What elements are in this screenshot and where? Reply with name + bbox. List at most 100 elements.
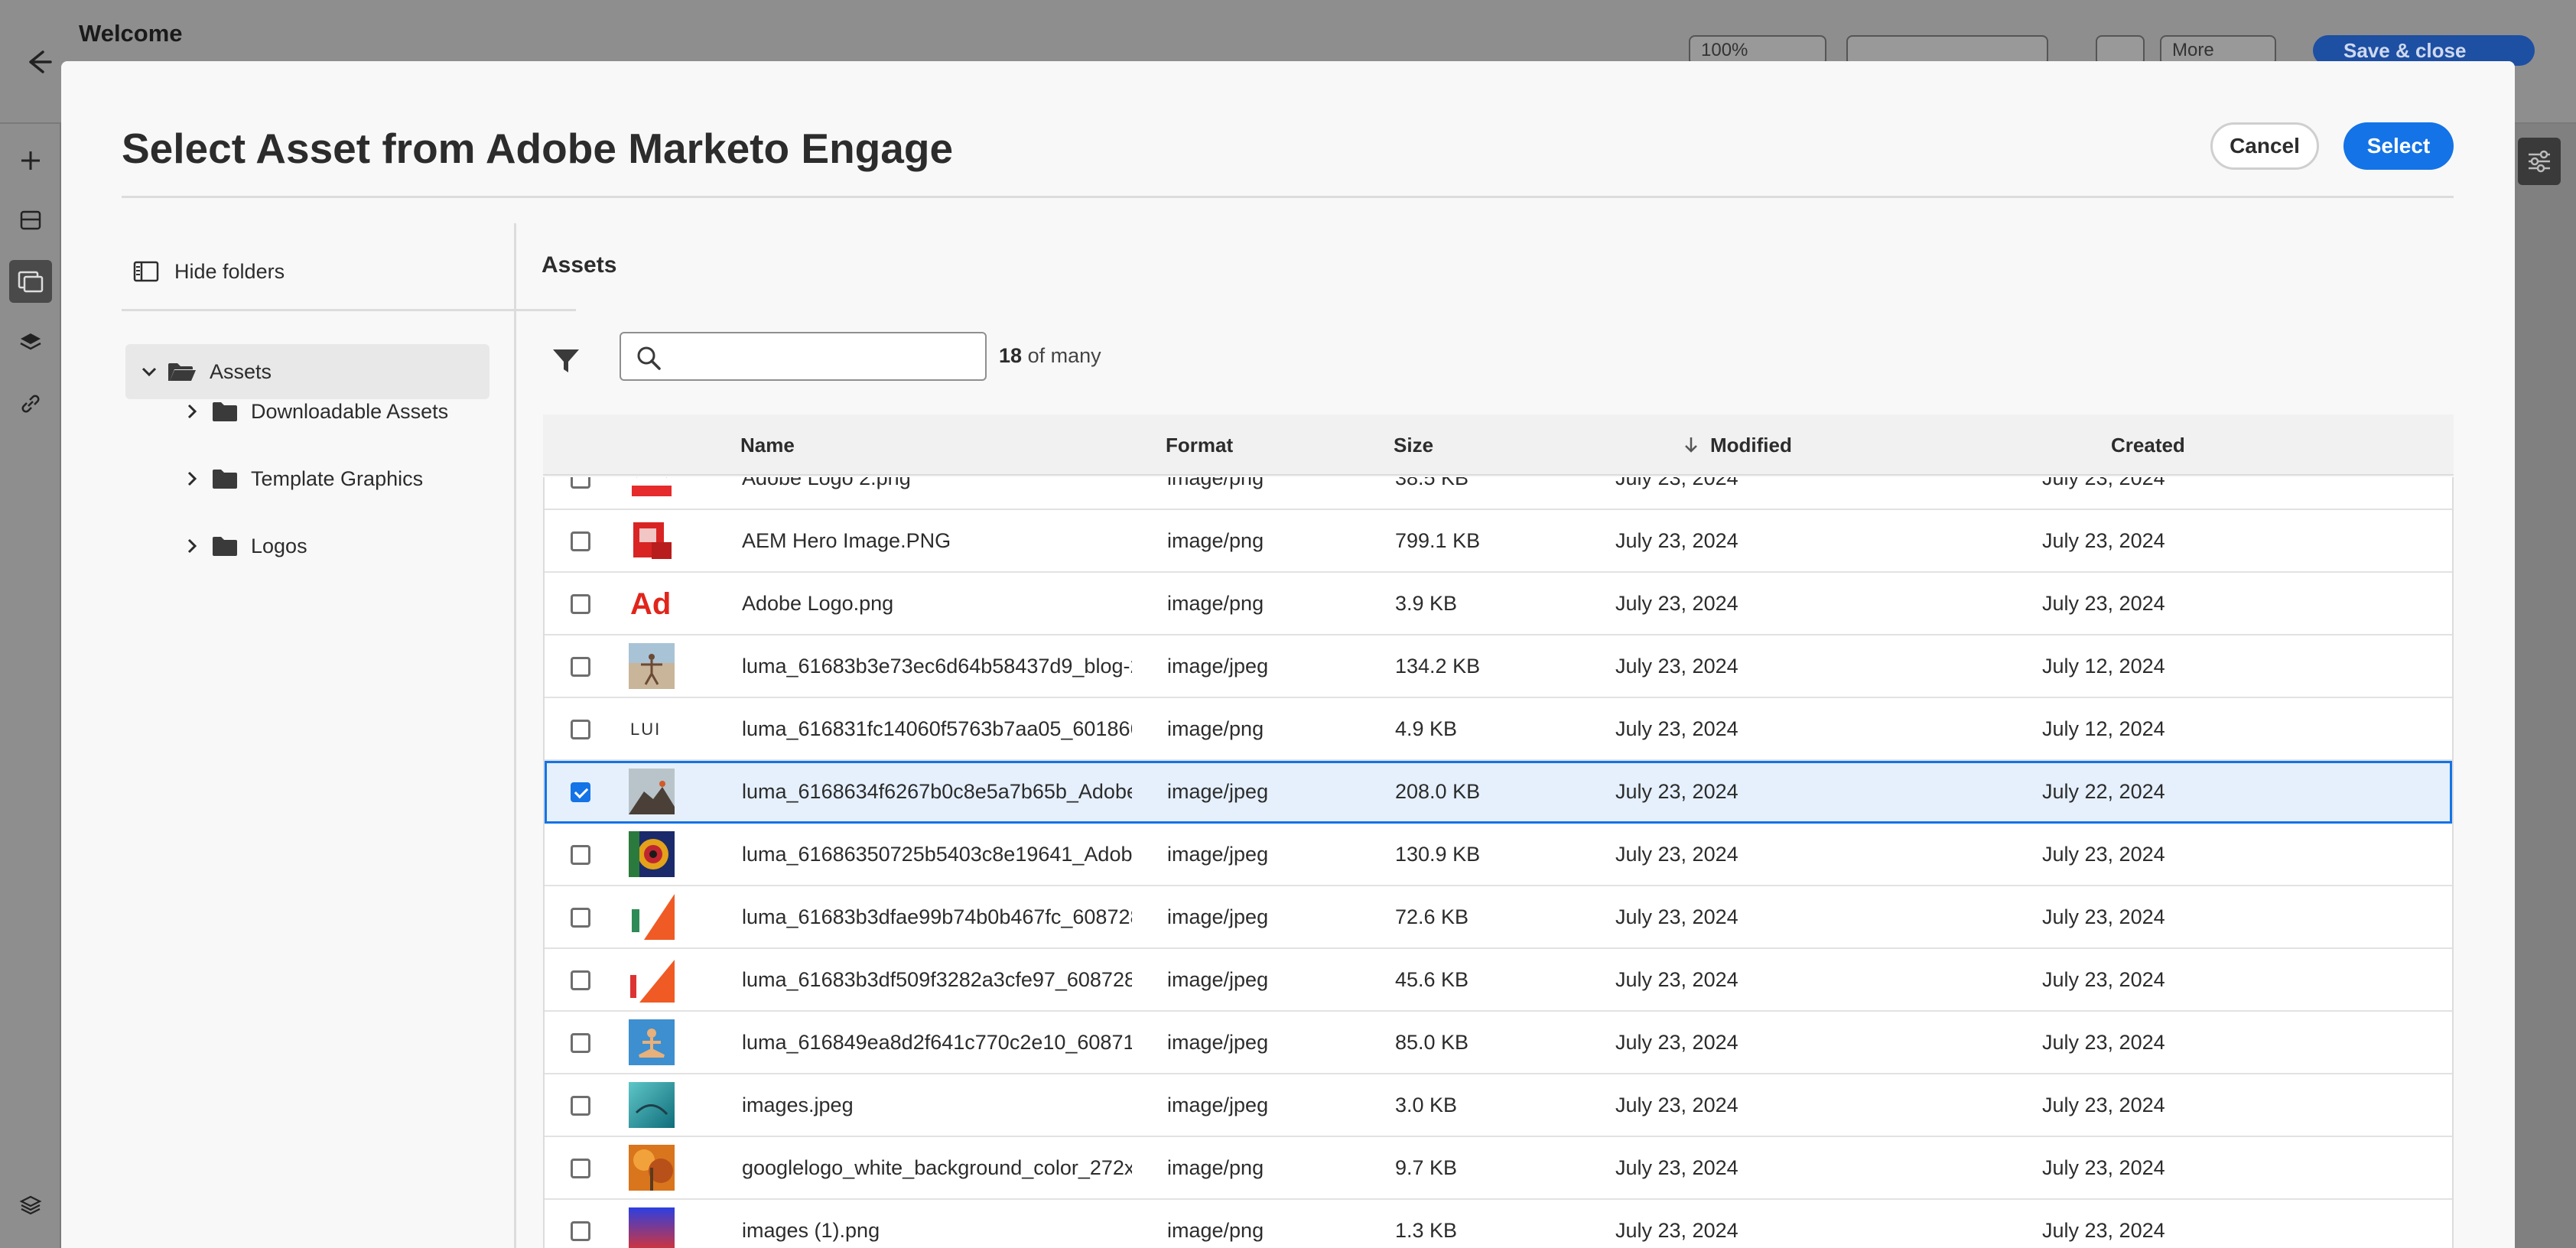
chevron-right-icon[interactable] (184, 469, 200, 489)
table-row[interactable]: luma_61683b3e73ec6d64b58437d9_blog-2.j im… (545, 635, 2452, 698)
cell-format: image/jpeg (1167, 1030, 1269, 1054)
cell-name: AEM Hero Image.PNG (742, 528, 951, 552)
row-checkbox[interactable] (571, 1033, 590, 1053)
row-checkbox[interactable] (571, 970, 590, 990)
cell-format: image/png (1167, 1155, 1264, 1179)
structure-icon[interactable] (15, 205, 46, 236)
asset-thumbnail: Ad (629, 580, 675, 626)
chevron-right-icon[interactable] (184, 401, 200, 421)
folder-icon (213, 470, 237, 489)
table-row[interactable]: luma_61683b3df509f3282a3cfe97_60872869 im… (545, 949, 2452, 1012)
row-checkbox[interactable] (571, 782, 590, 802)
cell-size: 72.6 KB (1395, 905, 1469, 928)
cell-format: image/png (1167, 1218, 1264, 1242)
hide-folders-button[interactable]: Hide folders (133, 252, 285, 291)
folder-open-icon (168, 363, 196, 381)
asset-thumbnail (629, 1207, 675, 1248)
column-header-created[interactable]: Created (2111, 414, 2185, 476)
cell-name: Adobe Logo 2.png (742, 477, 911, 489)
layers-panel-icon[interactable] (15, 1190, 46, 1220)
properties-panel-button[interactable] (2518, 138, 2561, 185)
assets-table-body[interactable]: Adobe Logo 2.png image/png 38.5 KB July 23,… (543, 477, 2454, 1248)
cell-size: 85.0 KB (1395, 1030, 1469, 1054)
row-checkbox[interactable] (571, 594, 590, 614)
table-row[interactable]: Adobe Logo 2.png image/png 38.5 KB July 23,… (545, 477, 2452, 510)
column-modified-label: Modified (1710, 433, 1792, 457)
assets-icon[interactable] (9, 260, 52, 303)
column-header-format[interactable]: Format (1166, 414, 1233, 476)
cell-created: July 12, 2024 (2042, 717, 2165, 740)
column-header-modified[interactable]: Modified (1683, 414, 1792, 476)
table-row[interactable]: LUI luma_616831fc14060f5763b7aa05_601866e… (545, 698, 2452, 761)
cell-created: July 23, 2024 (2042, 1030, 2165, 1054)
row-checkbox[interactable] (571, 845, 590, 865)
cell-size: 45.6 KB (1395, 967, 1469, 991)
folder-item-logos[interactable]: Logos (184, 523, 307, 569)
search-field[interactable] (620, 332, 987, 381)
table-row[interactable]: luma_6168634f6267b0c8e5a7b65b_AdobeSt ima… (545, 761, 2452, 824)
table-row[interactable]: googlelogo_white_background_color_272x9 i… (545, 1137, 2452, 1200)
cell-size: 134.2 KB (1395, 654, 1481, 678)
add-icon[interactable] (15, 145, 46, 176)
svg-text:Ad: Ad (630, 587, 671, 621)
column-header-size[interactable]: Size (1394, 414, 1433, 476)
column-name-label: Name (740, 433, 795, 457)
cell-name: googlelogo_white_background_color_272x9 (742, 1155, 1132, 1179)
table-row[interactable]: luma_61686350725b5403c8e19641_AdobeSt ima… (545, 824, 2452, 886)
layers-icon[interactable] (15, 327, 46, 358)
sort-descending-arrow-icon (1685, 437, 1697, 453)
assets-table-rows: Adobe Logo 2.png image/png 38.5 KB July 23,… (545, 477, 2452, 1248)
row-checkbox[interactable] (571, 1221, 590, 1241)
cell-name: images (1).png (742, 1218, 880, 1242)
asset-thumbnail (629, 1019, 675, 1065)
back-arrow-icon[interactable] (20, 44, 55, 80)
cancel-button[interactable]: Cancel (2210, 122, 2319, 170)
row-checkbox[interactable] (571, 657, 590, 677)
column-format-label: Format (1166, 433, 1234, 457)
table-row[interactable]: luma_61683b3dfae99b74b0b467fc_6087286 ima… (545, 886, 2452, 949)
sliders-icon (2529, 150, 2550, 173)
column-size-label: Size (1394, 433, 1434, 457)
cell-name: luma_6168634f6267b0c8e5a7b65b_AdobeSt (742, 779, 1132, 803)
asset-thumbnail (629, 643, 675, 689)
row-checkbox[interactable] (571, 908, 590, 928)
cell-name: images.jpeg (742, 1093, 854, 1116)
cell-name: luma_61683b3dfae99b74b0b467fc_6087286 (742, 905, 1132, 928)
cell-format: image/jpeg (1167, 654, 1269, 678)
row-checkbox[interactable] (571, 720, 590, 739)
chevron-right-icon[interactable] (184, 536, 200, 556)
folder-item-label: Logos (251, 534, 307, 557)
cell-size: 38.5 KB (1395, 477, 1469, 489)
table-row[interactable]: luma_616849ea8d2f641c770c2e10_60871f69 im… (545, 1012, 2452, 1074)
cell-created: July 23, 2024 (2042, 1093, 2165, 1116)
result-count-suffix: of many (1027, 344, 1101, 367)
folder-item-template-graphics[interactable]: Template Graphics (184, 456, 423, 502)
cell-modified: July 23, 2024 (1615, 654, 1738, 678)
cell-name: luma_61683b3e73ec6d64b58437d9_blog-2.j (742, 654, 1132, 678)
select-button[interactable]: Select (2343, 122, 2454, 170)
row-checkbox[interactable] (571, 531, 590, 551)
table-row[interactable]: Ad Adobe Logo.png image/png 3.9 KB July 23, … (545, 573, 2452, 635)
row-checkbox[interactable] (571, 1096, 590, 1116)
filter-icon[interactable] (551, 346, 581, 376)
link-icon[interactable] (15, 388, 46, 419)
table-row[interactable]: images (1).png image/png 1.3 KB July 23, 20… (545, 1200, 2452, 1248)
folder-root-label: Assets (210, 359, 272, 383)
search-input[interactable] (672, 340, 977, 373)
cell-format: image/jpeg (1167, 779, 1269, 803)
row-checkbox[interactable] (571, 1159, 590, 1178)
row-checkbox[interactable] (571, 477, 590, 489)
table-row[interactable]: images.jpeg image/jpeg 3.0 KB July 23, 2024… (545, 1074, 2452, 1137)
column-header-name[interactable]: Name (740, 414, 795, 476)
cell-created: July 23, 2024 (2042, 842, 2165, 866)
cell-format: image/png (1167, 591, 1264, 615)
cell-size: 799.1 KB (1395, 528, 1481, 552)
cell-format: image/jpeg (1167, 1093, 1269, 1116)
asset-thumbnail (629, 518, 675, 564)
cell-name: Adobe Logo.png (742, 591, 894, 615)
chevron-down-icon[interactable] (139, 362, 159, 382)
folder-item-downloadable-assets[interactable]: Downloadable Assets (184, 388, 448, 434)
asset-thumbnail: LUI (629, 706, 675, 752)
more-label: More (2172, 40, 2214, 60)
table-row[interactable]: AEM Hero Image.PNG image/png 799.1 KB July … (545, 510, 2452, 573)
